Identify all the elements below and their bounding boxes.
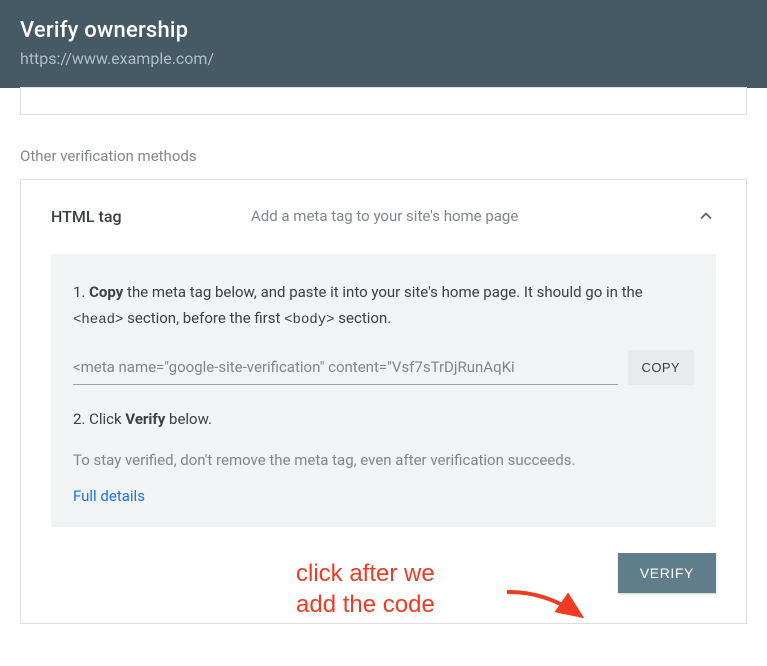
meta-tag-code[interactable]: <meta name="google-site-verification" co… <box>73 350 618 385</box>
page-url: https://www.example.com/ <box>20 49 747 68</box>
method-header-row[interactable]: HTML tag Add a meta tag to your site's h… <box>51 206 716 226</box>
full-details-link[interactable]: Full details <box>73 487 694 505</box>
section-label: Other verification methods <box>20 147 747 165</box>
step1-text-a: the meta tag below, and paste it into yo… <box>123 283 642 301</box>
content-area: Other verification methods HTML tag Add … <box>0 87 767 624</box>
step2-suffix: below. <box>165 410 212 428</box>
copy-button[interactable]: COPY <box>628 350 694 385</box>
method-title: HTML tag <box>51 207 171 226</box>
step1-prefix: 1. <box>73 283 89 301</box>
instructions-panel: 1. Copy the meta tag below, and paste it… <box>51 254 716 527</box>
page-title: Verify ownership <box>20 18 747 43</box>
meta-tag-row: <meta name="google-site-verification" co… <box>73 350 694 385</box>
step1-text-b: section, before the first <box>123 309 284 327</box>
chevron-up-icon[interactable] <box>696 206 716 226</box>
verify-row: VERIFY <box>51 553 716 593</box>
step1-bold: Copy <box>89 283 123 301</box>
step1-text-c: section. <box>335 309 392 327</box>
step-2: 2. Click Verify below. <box>73 407 694 433</box>
method-description: Add a meta tag to your site's home page <box>171 207 696 225</box>
step2-prefix: 2. Click <box>73 410 125 428</box>
verify-button[interactable]: VERIFY <box>618 553 716 593</box>
page-header: Verify ownership https://www.example.com… <box>0 0 767 88</box>
verification-note: To stay verified, don't remove the meta … <box>73 451 694 469</box>
step1-head-tag: <head> <box>73 312 123 328</box>
step1-body-tag: <body> <box>284 312 334 328</box>
html-tag-method-card: HTML tag Add a meta tag to your site's h… <box>20 179 747 624</box>
step-1: 1. Copy the meta tag below, and paste it… <box>73 280 694 332</box>
previous-card-bottom <box>20 87 747 115</box>
step2-bold: Verify <box>125 410 165 428</box>
